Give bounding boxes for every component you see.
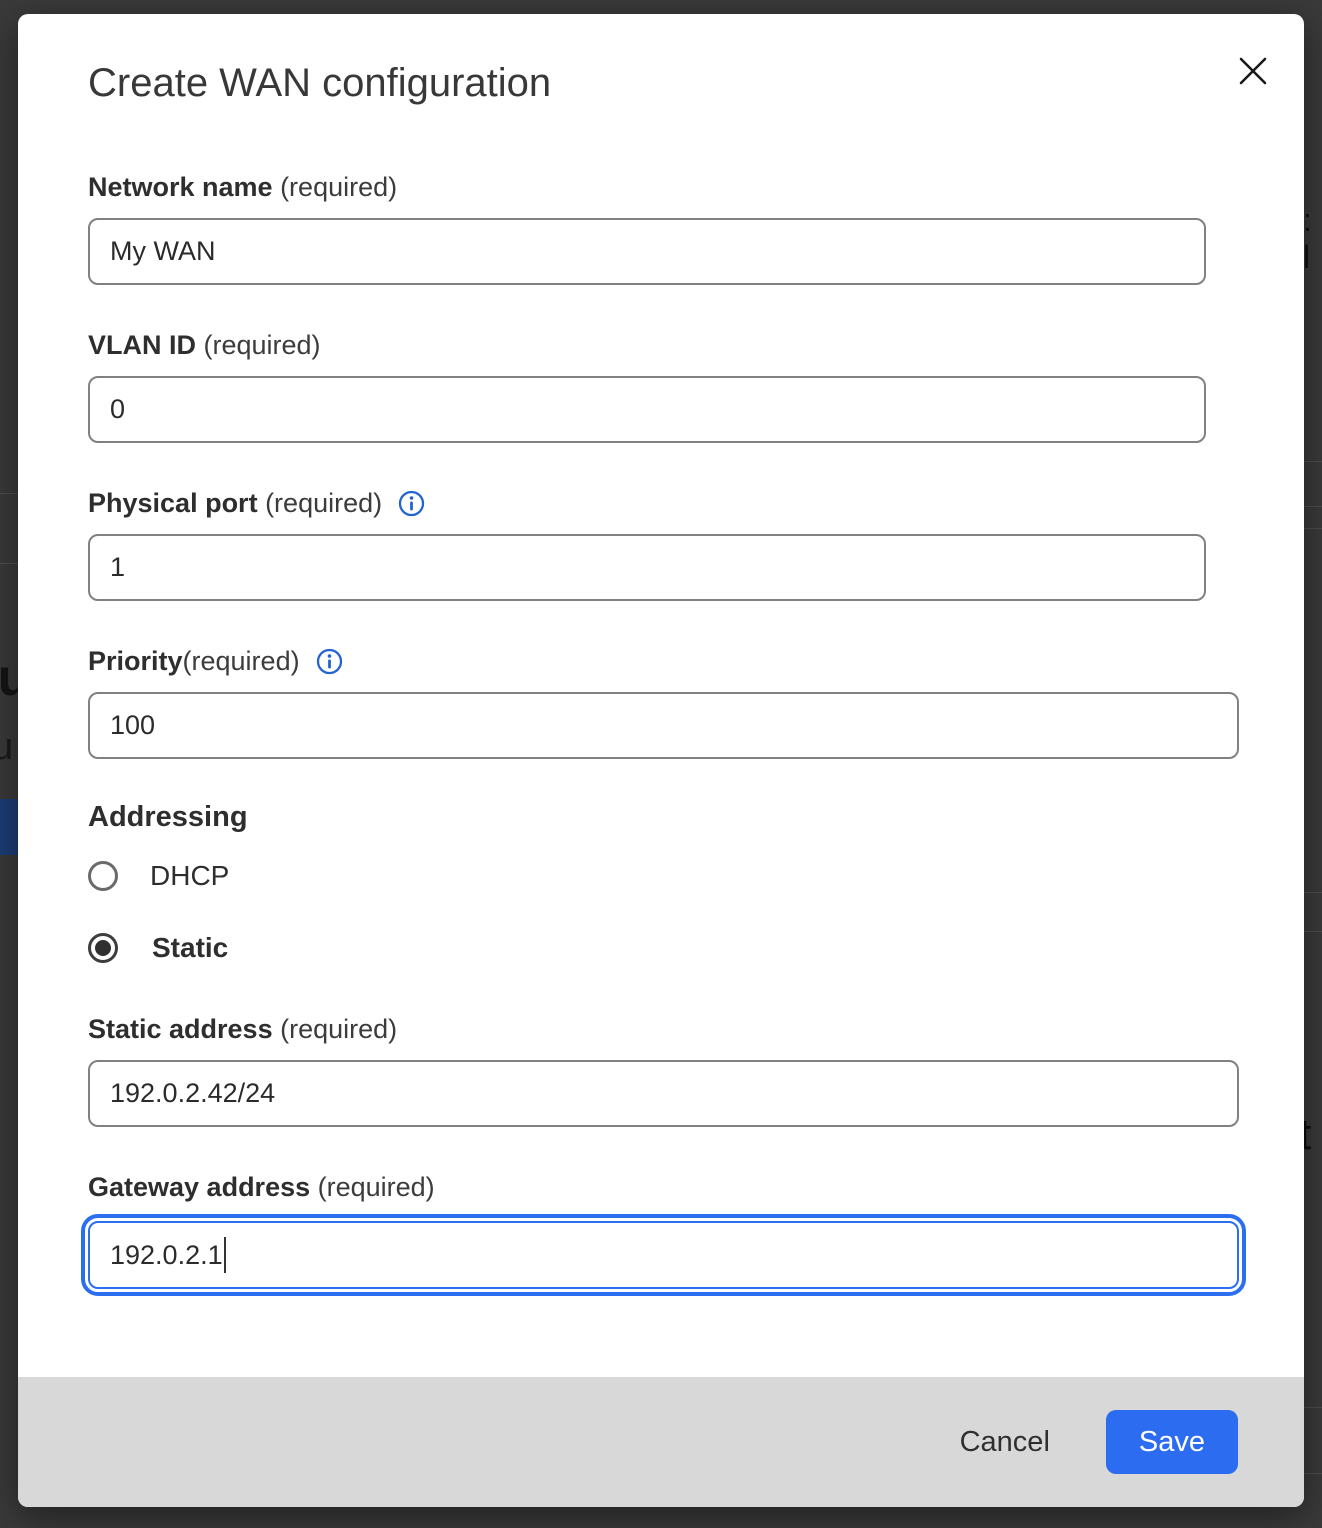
background-table-line xyxy=(1304,1407,1322,1408)
physical-port-label: Physical port (required) xyxy=(88,486,1304,520)
static-address-value: 192.0.2.42/24 xyxy=(110,1078,275,1109)
physical-port-input[interactable]: 1 xyxy=(88,534,1206,601)
physical-port-value: 1 xyxy=(110,552,125,583)
static-address-input[interactable]: 192.0.2.42/24 xyxy=(88,1060,1239,1127)
background-table-line xyxy=(1304,461,1322,462)
background-table-line xyxy=(1304,1473,1322,1474)
priority-label: Priority(required) xyxy=(88,644,1304,678)
background-table-line xyxy=(1304,506,1322,507)
network-name-label: Network name (required) xyxy=(88,170,1304,204)
gateway-address-label: Gateway address (required) xyxy=(88,1170,1304,1204)
vlan-id-value: 0 xyxy=(110,394,125,425)
addressing-option-static[interactable]: Static xyxy=(88,931,1304,965)
dialog-title: Create WAN configuration xyxy=(88,58,1304,108)
network-name-value: My WAN xyxy=(110,236,215,267)
background-table-line xyxy=(1304,931,1322,932)
addressing-heading: Addressing xyxy=(88,799,1304,835)
radio-label: DHCP xyxy=(150,860,229,892)
gateway-address-input[interactable]: 192.0.2.1 xyxy=(88,1221,1239,1289)
close-button[interactable] xyxy=(1232,50,1274,92)
radio-label: Static xyxy=(152,932,228,964)
radio-button-icon xyxy=(88,933,118,963)
background-table-line xyxy=(0,563,18,564)
vlan-id-label: VLAN ID (required) xyxy=(88,328,1304,362)
static-address-label: Static address (required) xyxy=(88,1012,1304,1046)
network-name-input[interactable]: My WAN xyxy=(88,218,1206,285)
create-wan-dialog: Create WAN configuration Network name (r… xyxy=(18,14,1304,1507)
radio-button-icon xyxy=(88,861,118,891)
text-cursor xyxy=(224,1237,226,1273)
background-text-fragment: : l xyxy=(1303,202,1322,276)
dialog-footer: Cancel Save xyxy=(18,1377,1304,1507)
info-icon[interactable] xyxy=(398,490,425,517)
background-table-line xyxy=(1304,892,1322,893)
save-button[interactable]: Save xyxy=(1106,1410,1238,1474)
vlan-id-input[interactable]: 0 xyxy=(88,376,1206,443)
priority-input[interactable]: 100 xyxy=(88,692,1239,759)
background-table-line xyxy=(0,493,18,494)
gateway-address-value: 192.0.2.1 xyxy=(110,1240,223,1271)
info-icon[interactable] xyxy=(316,648,343,675)
addressing-option-dhcp[interactable]: DHCP xyxy=(88,859,1304,893)
background-text-fragment: u xyxy=(0,726,13,769)
close-icon xyxy=(1237,55,1269,87)
priority-value: 100 xyxy=(110,710,155,741)
background-table-line xyxy=(1304,528,1322,529)
cancel-button[interactable]: Cancel xyxy=(954,1416,1056,1469)
